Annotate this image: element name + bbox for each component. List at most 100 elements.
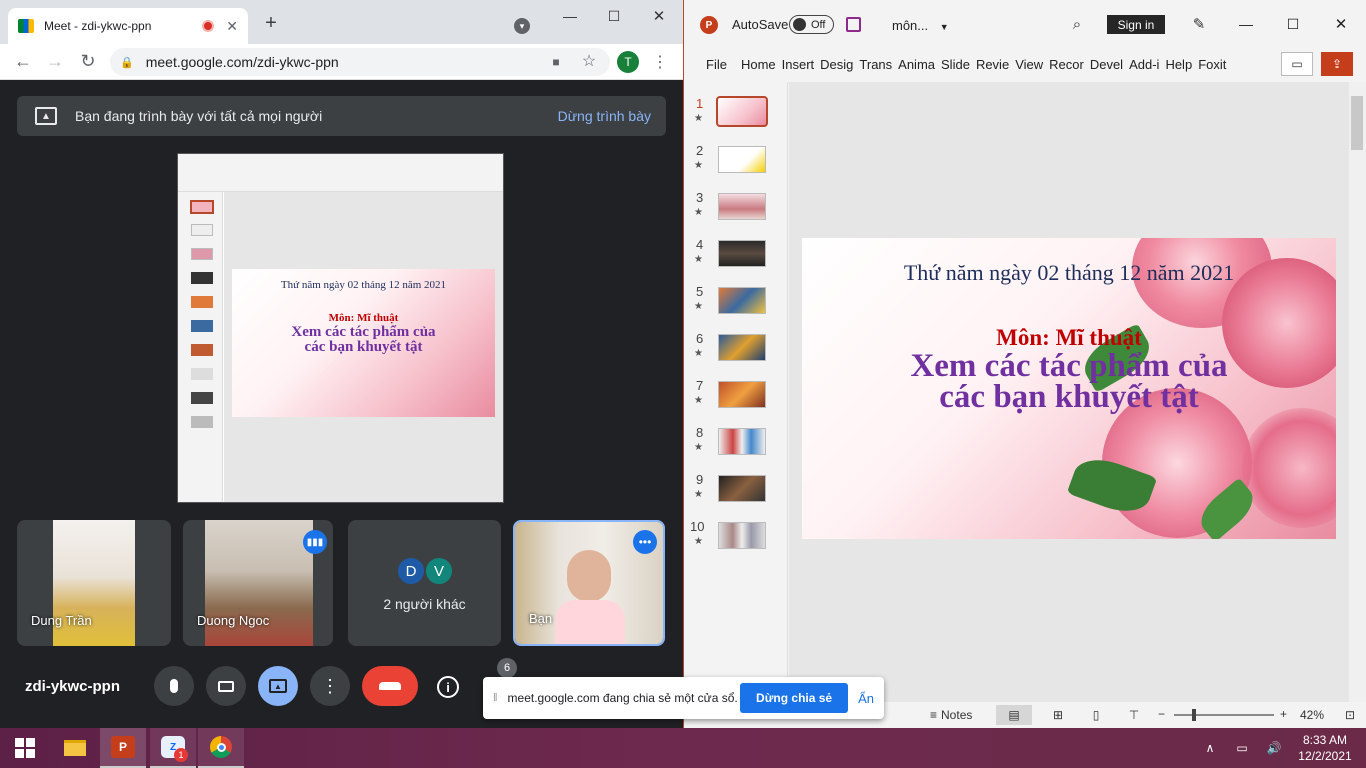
meeting-info-icon[interactable]: i xyxy=(437,676,459,698)
ribbon-tab-addins[interactable]: Add-i xyxy=(1129,57,1159,72)
vertical-scrollbar[interactable] xyxy=(1349,82,1366,702)
slide-thumb-5[interactable] xyxy=(718,287,766,314)
slide-sorter-icon[interactable]: ⊞ xyxy=(1048,705,1068,725)
ppt-minimize-icon[interactable]: — xyxy=(1236,14,1256,34)
participant-tile-self[interactable]: ••• Bạn xyxy=(513,520,665,646)
back-icon[interactable]: ← xyxy=(12,50,34,72)
volume-icon[interactable]: 🔊 xyxy=(1265,738,1283,758)
ribbon-tab-design[interactable]: Desig xyxy=(820,57,853,72)
slide-thumb-3[interactable] xyxy=(718,193,766,220)
slide-thumb-7[interactable] xyxy=(718,381,766,408)
stop-presenting-button[interactable]: Dừng trình bày xyxy=(558,108,651,124)
notification-badge: 1 xyxy=(174,748,188,762)
taskbar-zalo[interactable]: Z 1 xyxy=(150,728,196,768)
animation-star-icon: ★ xyxy=(694,301,703,312)
animation-star-icon: ★ xyxy=(694,536,703,547)
slide-title[interactable]: Xem các tác phẩm của các bạn khuyết tật xyxy=(802,350,1336,414)
ppt-maximize-icon[interactable]: ☐ xyxy=(1283,14,1303,34)
slide-thumb-2[interactable] xyxy=(718,146,766,173)
stop-sharing-button[interactable]: Dừng chia sẻ xyxy=(740,683,849,713)
maximize-icon[interactable]: ☐ xyxy=(604,6,624,26)
participant-tile-others[interactable]: D V 2 người khác xyxy=(348,520,501,646)
microphone-button[interactable] xyxy=(154,666,194,706)
sign-in-button[interactable]: Sign in xyxy=(1107,15,1165,34)
zoom-out-icon[interactable]: − xyxy=(1158,707,1165,721)
ribbon-tab-developer[interactable]: Devel xyxy=(1090,57,1123,72)
profile-avatar[interactable]: T xyxy=(617,51,639,73)
file-name[interactable]: môn... ▼ xyxy=(892,18,949,33)
camera-permission-icon[interactable]: ■ xyxy=(548,54,564,70)
fit-slide-icon[interactable]: ⊡ xyxy=(1340,705,1360,725)
slide-thumb-6[interactable] xyxy=(718,334,766,361)
bookmark-star-icon[interactable]: ☆ xyxy=(580,52,598,70)
battery-icon[interactable]: ▭ xyxy=(1234,738,1250,758)
ribbon-tab-home[interactable]: Home xyxy=(741,57,776,72)
save-icon[interactable] xyxy=(846,17,861,32)
chrome-icon xyxy=(210,736,232,758)
slide-thumb-10[interactable] xyxy=(718,522,766,549)
ribbon-tab-insert[interactable]: Insert xyxy=(782,57,815,72)
forward-icon[interactable]: → xyxy=(44,50,66,72)
zoom-level[interactable]: 42% xyxy=(1300,708,1324,722)
taskbar-chrome[interactable] xyxy=(198,728,244,768)
new-tab-icon[interactable]: + xyxy=(262,12,280,34)
zoom-in-icon[interactable]: + xyxy=(1280,707,1287,721)
hide-button[interactable]: Ẩn xyxy=(858,691,874,706)
tab-search-icon[interactable]: ▾ xyxy=(514,18,530,34)
show-hidden-icons[interactable]: ∧ xyxy=(1202,738,1218,758)
clock[interactable]: 8:33 AM 12/2/2021 xyxy=(1296,732,1354,764)
slide-thumb-8[interactable] xyxy=(718,428,766,455)
designer-pen-icon[interactable]: ✎ xyxy=(1189,14,1209,34)
participant-tile-duong[interactable]: ▮▮▮ Duong Ngoc xyxy=(183,520,333,646)
slide-thumb-4[interactable] xyxy=(718,240,766,267)
ribbon-tab-help[interactable]: Help xyxy=(1165,57,1192,72)
ribbon-tab-transitions[interactable]: Trans xyxy=(859,57,892,72)
browser-tab[interactable]: Meet - zdi-ykwc-ppn ✕ xyxy=(8,8,248,44)
notes-button[interactable]: ≡ Notes xyxy=(930,708,972,722)
camera-icon xyxy=(218,680,234,692)
animation-star-icon: ★ xyxy=(694,395,703,406)
zoom-slider[interactable] xyxy=(1174,714,1274,716)
slide-date[interactable]: Thứ năm ngày 02 tháng 12 năm 2021 xyxy=(802,260,1336,286)
ribbon-tab-file[interactable]: File xyxy=(706,57,727,72)
zoom-slider-thumb[interactable] xyxy=(1192,709,1196,721)
ribbon-tab-foxit[interactable]: Foxit xyxy=(1198,57,1226,72)
slide-thumb-1[interactable] xyxy=(716,96,768,127)
start-button[interactable] xyxy=(2,728,48,768)
search-icon[interactable]: ⌕ xyxy=(1068,15,1086,33)
more-options-icon[interactable]: ••• xyxy=(633,530,657,554)
notes-icon: ≡ xyxy=(930,708,938,722)
url-bar[interactable]: 🔒 meet.google.com/zdi-ykwc-ppn xyxy=(110,48,610,76)
folder-icon xyxy=(64,740,86,756)
autosave-toggle[interactable]: Off xyxy=(789,15,834,34)
ribbon-tab-review[interactable]: Revie xyxy=(976,57,1009,72)
slide-number: 5 xyxy=(696,284,704,299)
current-slide[interactable]: Thứ năm ngày 02 tháng 12 năm 2021 Môn: M… xyxy=(802,238,1336,539)
slide-thumb-9[interactable] xyxy=(718,475,766,502)
minimize-icon[interactable]: — xyxy=(560,6,580,26)
taskbar-file-explorer[interactable] xyxy=(52,728,98,768)
present-button[interactable]: ▲ xyxy=(258,666,298,706)
share-icon[interactable]: ⇪ xyxy=(1321,52,1353,76)
ppt-close-icon[interactable]: ✕ xyxy=(1331,14,1351,34)
comments-icon[interactable]: ▭ xyxy=(1281,52,1313,76)
close-window-icon[interactable]: ✕ xyxy=(649,6,669,26)
end-call-button[interactable] xyxy=(362,666,418,706)
chrome-menu-icon[interactable]: ⋮ xyxy=(652,52,668,72)
drag-handle-icon[interactable]: ‖ xyxy=(493,692,498,704)
close-tab-icon[interactable]: ✕ xyxy=(226,18,238,35)
participant-tile-dung[interactable]: Dung Trần xyxy=(17,520,171,646)
camera-button[interactable] xyxy=(206,666,246,706)
scroll-thumb[interactable] xyxy=(1351,96,1363,150)
reading-view-icon[interactable]: ▯ xyxy=(1086,705,1106,725)
ribbon-tab-record[interactable]: Recor xyxy=(1049,57,1084,72)
reload-icon[interactable]: ↻ xyxy=(77,50,99,72)
taskbar-powerpoint[interactable]: P xyxy=(100,728,146,768)
more-options-button[interactable]: ⋮ xyxy=(310,666,350,706)
animation-star-icon: ★ xyxy=(694,254,703,265)
ribbon-tab-animations[interactable]: Anima xyxy=(898,57,935,72)
normal-view-icon[interactable]: ▤ xyxy=(996,705,1032,725)
ribbon-tab-slideshow[interactable]: Slide xyxy=(941,57,970,72)
ribbon-tab-view[interactable]: View xyxy=(1015,57,1043,72)
slideshow-icon[interactable]: ⊤ xyxy=(1124,705,1144,725)
